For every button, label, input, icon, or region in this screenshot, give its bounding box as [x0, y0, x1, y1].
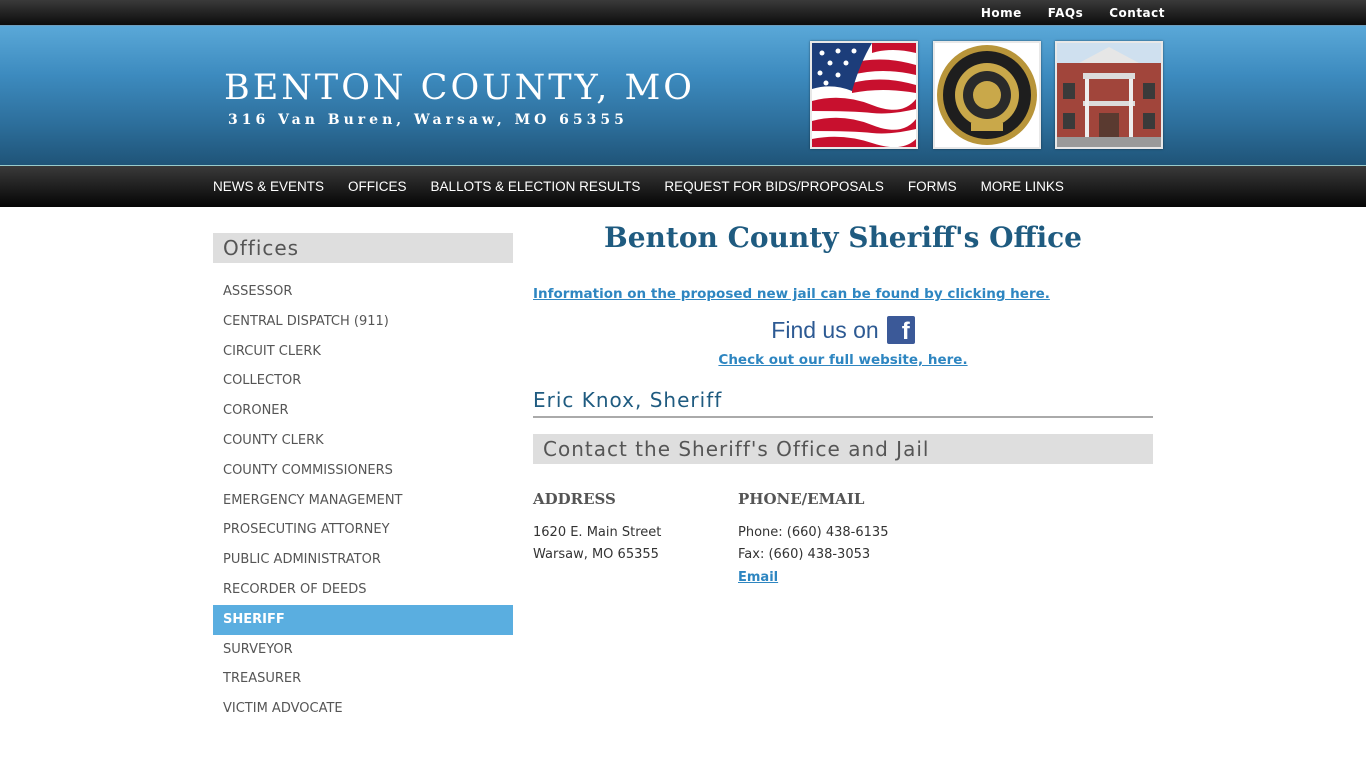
top-nav: Home FAQs Contact	[955, 0, 1165, 25]
courthouse-photo	[1055, 41, 1163, 149]
contact-heading: Contact the Sheriff's Office and Jail	[533, 434, 1153, 464]
site-title[interactable]: BENTON COUNTY, MO	[224, 68, 695, 108]
top-nav-contact[interactable]: Contact	[1109, 6, 1165, 20]
address-label: ADDRESS	[533, 490, 616, 508]
email-link[interactable]: Email	[738, 570, 778, 585]
site-header: BENTON COUNTY, MO 316 Van Buren, Warsaw,…	[0, 26, 1366, 166]
address-column: ADDRESS 1620 E. Main Street Warsaw, MO 6…	[533, 490, 738, 589]
sidebar-item-county-clerk[interactable]: COUNTY CLERK	[213, 426, 513, 456]
top-nav-home[interactable]: Home	[981, 6, 1022, 20]
address-line-2: Warsaw, MO 65355	[533, 547, 659, 562]
sidebar-item-prosecuting-attorney[interactable]: PROSECUTING ATTORNEY	[213, 515, 513, 545]
sheriff-name: Eric Knox, Sheriff	[533, 388, 1153, 418]
sidebar-item-recorder-of-deeds[interactable]: RECORDER OF DEEDS	[213, 575, 513, 605]
nav-forms[interactable]: FORMS	[908, 179, 957, 194]
nav-news-events[interactable]: NEWS & EVENTS	[213, 179, 324, 194]
offices-list: ASSESSOR CENTRAL DISPATCH (911) CIRCUIT …	[213, 277, 513, 724]
flag-photo	[810, 41, 918, 149]
nav-ballots-election[interactable]: BALLOTS & ELECTION RESULTS	[431, 179, 641, 194]
main-nav: NEWS & EVENTS OFFICES BALLOTS & ELECTION…	[0, 166, 1366, 207]
sidebar-item-collector[interactable]: COLLECTOR	[213, 366, 513, 396]
top-nav-faqs[interactable]: FAQs	[1048, 6, 1083, 20]
facebook-find-us-text: Find us on	[771, 316, 879, 343]
nav-more-links[interactable]: MORE LINKS	[981, 179, 1064, 194]
phone-email-label: PHONE/EMAIL	[738, 490, 865, 508]
facebook-find-us[interactable]: Find us on f	[533, 316, 1153, 344]
nav-request-bids[interactable]: REQUEST FOR BIDS/PROPOSALS	[664, 179, 884, 194]
sidebar-item-victim-advocate[interactable]: VICTIM ADVOCATE	[213, 694, 513, 724]
offices-sidebar: Offices ASSESSOR CENTRAL DISPATCH (911) …	[213, 233, 513, 724]
phone-number: Phone: (660) 438-6135	[738, 525, 889, 540]
jail-info-link[interactable]: Information on the proposed new jail can…	[533, 286, 1153, 302]
site-address: 316 Van Buren, Warsaw, MO 65355	[228, 112, 628, 128]
facebook-icon: f	[886, 316, 915, 344]
main-content: Benton County Sheriff's Office Informati…	[533, 221, 1153, 589]
sidebar-item-coroner[interactable]: CORONER	[213, 396, 513, 426]
state-seal-photo	[933, 41, 1041, 149]
nav-offices[interactable]: OFFICES	[348, 179, 407, 194]
sidebar-item-public-administrator[interactable]: PUBLIC ADMINISTRATOR	[213, 545, 513, 575]
sidebar-item-emergency-management[interactable]: EMERGENCY MANAGEMENT	[213, 486, 513, 516]
sidebar-item-central-dispatch[interactable]: CENTRAL DISPATCH (911)	[213, 307, 513, 337]
contact-columns: ADDRESS 1620 E. Main Street Warsaw, MO 6…	[533, 490, 1153, 589]
top-bar: Home FAQs Contact	[0, 0, 1366, 26]
phone-email-column: PHONE/EMAIL Phone: (660) 438-6135 Fax: (…	[738, 490, 943, 589]
sidebar-item-county-commissioners[interactable]: COUNTY COMMISSIONERS	[213, 456, 513, 486]
sidebar-heading: Offices	[213, 233, 513, 263]
full-website-link[interactable]: Check out our full website, here.	[533, 352, 1153, 368]
page-title: Benton County Sheriff's Office	[604, 221, 1082, 254]
sidebar-item-assessor[interactable]: ASSESSOR	[213, 277, 513, 307]
address-line-1: 1620 E. Main Street	[533, 525, 662, 540]
sidebar-item-circuit-clerk[interactable]: CIRCUIT CLERK	[213, 337, 513, 367]
sidebar-item-sheriff[interactable]: SHERIFF	[213, 604, 513, 635]
sidebar-item-surveyor[interactable]: SURVEYOR	[213, 635, 513, 665]
sidebar-item-treasurer[interactable]: TREASURER	[213, 664, 513, 694]
fax-number: Fax: (660) 438-3053	[738, 547, 871, 562]
